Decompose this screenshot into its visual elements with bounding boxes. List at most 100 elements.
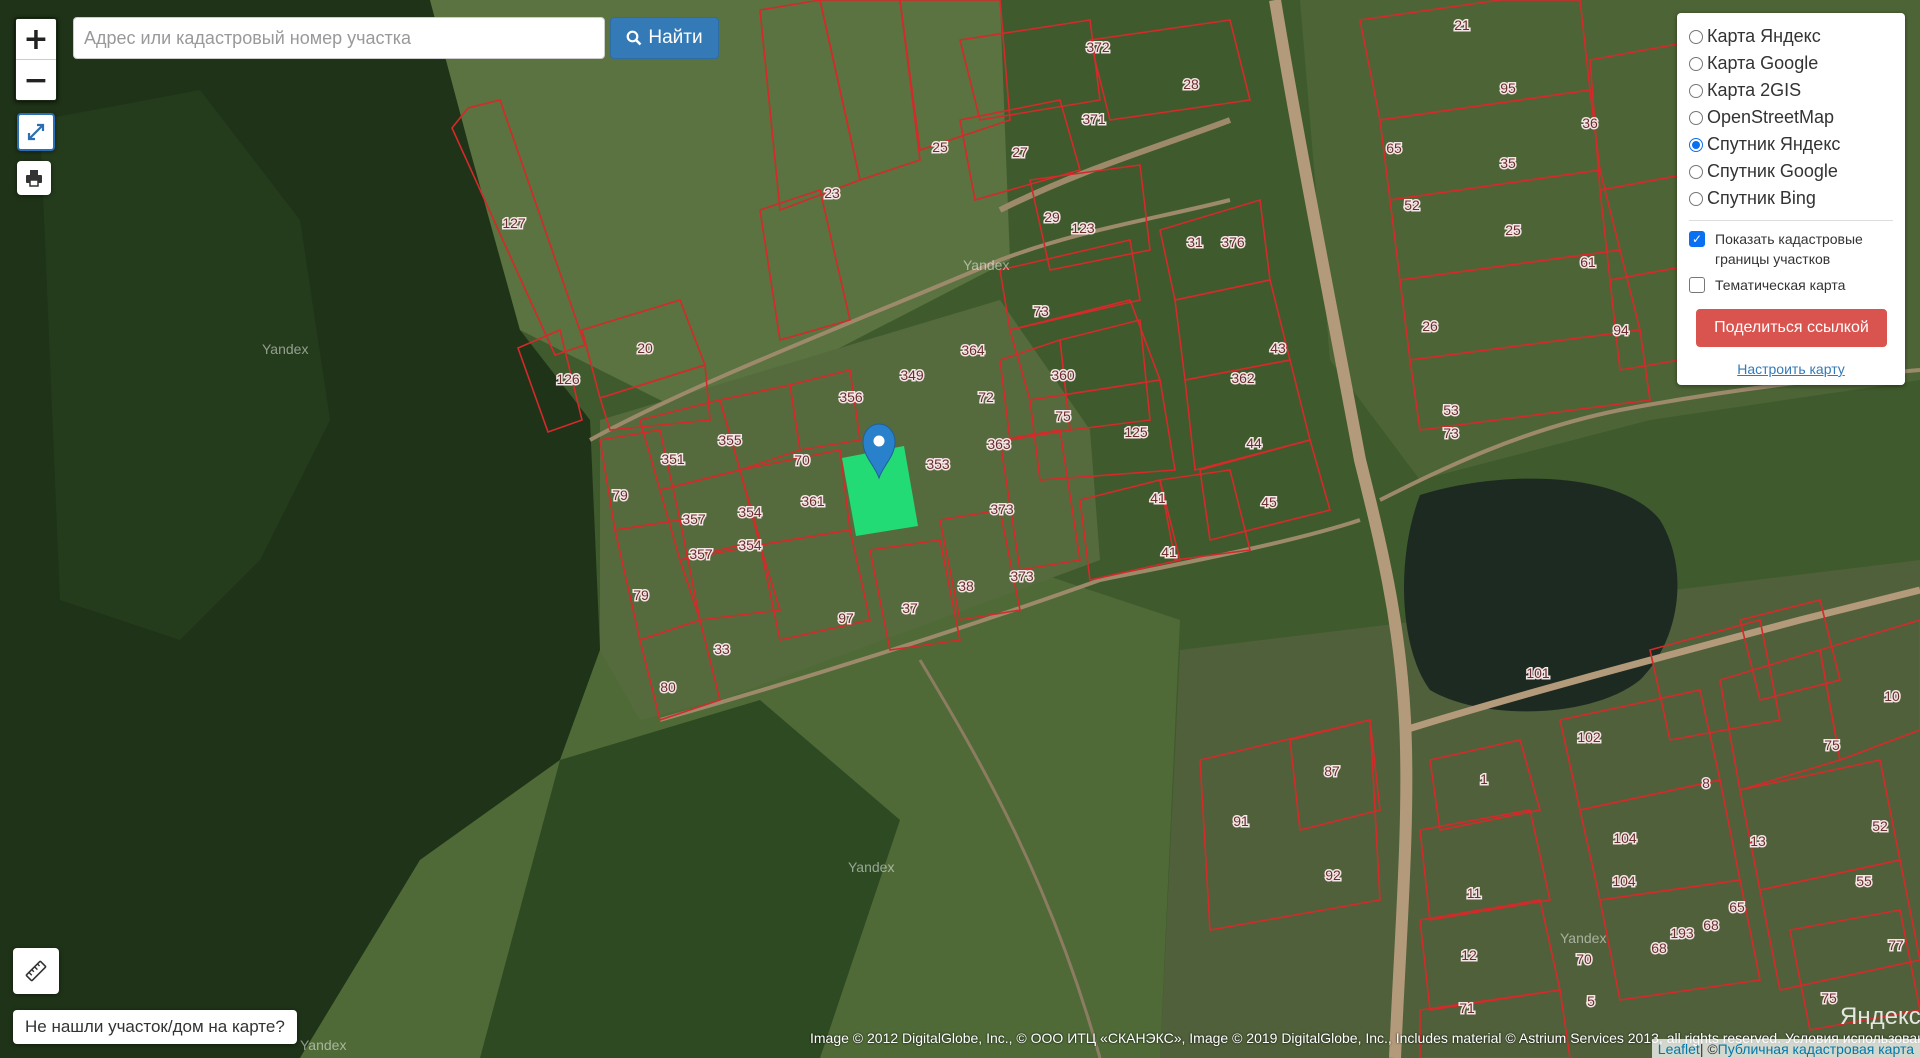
- layer-radio[interactable]: [1689, 83, 1703, 98]
- layer-radio[interactable]: [1689, 137, 1703, 152]
- parcel-number-label: 75: [1055, 408, 1071, 424]
- divider: [1689, 220, 1893, 221]
- parcel-number-label: 36: [1582, 115, 1598, 131]
- parcel-number-label: 353: [926, 456, 950, 472]
- yandex-logo: Яндекс: [1840, 1003, 1920, 1030]
- parcel-number-label: 45: [1261, 494, 1277, 510]
- ruler-icon: [25, 960, 47, 982]
- zoom-in-button[interactable]: +: [16, 19, 56, 59]
- watermark: Yandex: [1560, 930, 1606, 946]
- parcel-number-label: 77: [1888, 937, 1904, 953]
- parcel-number-label: 125: [1124, 424, 1148, 440]
- parcel-number-label: 1: [1480, 771, 1488, 787]
- layer-option-label: Карта Google: [1707, 53, 1819, 73]
- parcel-number-label: 12: [1461, 947, 1477, 963]
- layer-option-label: Спутник Bing: [1707, 188, 1816, 208]
- search-icon: [626, 30, 642, 46]
- layer-option-label: Спутник Яндекс: [1707, 134, 1841, 154]
- parcel-number-label: 13: [1750, 833, 1766, 849]
- layer-option[interactable]: Спутник Bing: [1689, 185, 1893, 212]
- layer-radio[interactable]: [1689, 110, 1703, 125]
- layer-option-label: Карта 2GIS: [1707, 80, 1802, 100]
- parcel-number-label: 25: [932, 139, 948, 155]
- layer-option[interactable]: Карта Google: [1689, 50, 1893, 77]
- show-boundaries-label: Показать кадастровые границы участков: [1715, 231, 1863, 267]
- parcel-number-label: 349: [900, 367, 924, 383]
- not-found-button[interactable]: Не нашли участок/дом на карте?: [13, 1010, 297, 1044]
- map-attribution: Leaflet | © Публичная кадастровая карта: [1651, 1039, 1920, 1058]
- show-boundaries-option[interactable]: ✓ Показать кадастровые границы участков: [1689, 229, 1893, 269]
- printer-icon: [26, 170, 42, 187]
- parcel-number-label: 61: [1580, 254, 1596, 270]
- print-button[interactable]: [17, 161, 51, 195]
- thematic-map-option[interactable]: Тематическая карта: [1689, 275, 1893, 295]
- parcel-number-label: 72: [978, 389, 994, 405]
- parcel-number-label: 26: [1422, 318, 1438, 334]
- layer-option[interactable]: Карта 2GIS: [1689, 77, 1893, 104]
- parcel-number-label: 5: [1587, 993, 1595, 1009]
- parcel-number-label: 38: [958, 578, 974, 594]
- fullscreen-button[interactable]: [17, 113, 55, 151]
- zoom-out-button[interactable]: −: [16, 59, 56, 100]
- parcel-number-label: 351: [661, 451, 685, 467]
- layer-option[interactable]: Спутник Яндекс: [1689, 131, 1893, 158]
- search-button-label: Найти: [648, 27, 703, 48]
- parcel-number-label: 87: [1324, 763, 1340, 779]
- parcel-number-label: 52: [1872, 818, 1888, 834]
- share-link-button[interactable]: Поделиться ссылкой: [1696, 309, 1887, 347]
- parcel-number-label: 33: [714, 641, 730, 657]
- parcel-number-label: 92: [1325, 867, 1341, 883]
- zoom-control: + −: [14, 17, 58, 102]
- cadastral-map-link[interactable]: Публичная кадастровая карта: [1718, 1041, 1914, 1057]
- search-input[interactable]: [73, 17, 605, 59]
- layer-option-label: OpenStreetMap: [1707, 107, 1835, 127]
- show-boundaries-checkbox[interactable]: ✓: [1689, 231, 1705, 247]
- parcel-number-label: 357: [682, 511, 706, 527]
- parcel-number-label: 75: [1824, 737, 1840, 753]
- configure-map-link[interactable]: Настроить карту: [1689, 361, 1893, 377]
- parcel-number-label: 53: [1443, 402, 1459, 418]
- satellite-map[interactable]: 3722128 953637125 27 653523291235231 3762561…: [0, 0, 1920, 1058]
- parcel-number-label: 356: [839, 389, 863, 405]
- layer-option[interactable]: Спутник Google: [1689, 158, 1893, 185]
- watermark: Yandex: [848, 859, 894, 875]
- layer-option[interactable]: Карта Яндекс: [1689, 23, 1893, 50]
- parcel-number-label: 362: [1231, 370, 1255, 386]
- parcel-number-label: 371: [1082, 111, 1106, 127]
- parcel-number-label: 354: [738, 504, 762, 520]
- parcel-number-label: 75: [1821, 990, 1837, 1006]
- measure-button[interactable]: [13, 948, 59, 994]
- search-button[interactable]: Найти: [610, 17, 719, 59]
- parcel-number-label: 55: [1856, 873, 1872, 889]
- parcel-number-label: 44: [1246, 435, 1262, 451]
- parcel-number-label: 373: [1010, 568, 1034, 584]
- layer-switcher-panel: Карта Яндекс Карта Google Карта 2GIS OpenSt…: [1677, 13, 1905, 385]
- parcel-number-label: 8: [1702, 775, 1710, 791]
- parcel-number-label: 28: [1183, 76, 1199, 92]
- parcel-number-label: 94: [1613, 322, 1629, 338]
- layer-radio[interactable]: [1689, 164, 1703, 179]
- leaflet-link[interactable]: Leaflet: [1658, 1041, 1700, 1057]
- parcel-number-label: 68: [1651, 940, 1667, 956]
- parcel-number-label: 27: [1012, 144, 1028, 160]
- parcel-number-label: 35: [1500, 155, 1516, 171]
- layer-radio[interactable]: [1689, 29, 1703, 44]
- parcel-number-label: 104: [1613, 830, 1637, 846]
- parcel-number-label: 41: [1161, 544, 1177, 560]
- parcel-number-label: 363: [987, 436, 1011, 452]
- parcel-number-label: 10: [1884, 688, 1900, 704]
- parcel-number-label: 52: [1404, 197, 1420, 213]
- attribution-separator: | ©: [1699, 1040, 1718, 1057]
- parcel-number-label: 95: [1500, 80, 1516, 96]
- parcel-number-label: 29: [1044, 209, 1060, 225]
- layer-radio[interactable]: [1689, 191, 1703, 206]
- thematic-map-checkbox[interactable]: [1689, 277, 1705, 293]
- parcel-number-label: 65: [1729, 899, 1745, 915]
- layer-radio[interactable]: [1689, 56, 1703, 71]
- layer-option[interactable]: OpenStreetMap: [1689, 104, 1893, 131]
- layer-list: Карта Яндекс Карта Google Карта 2GIS OpenSt…: [1689, 23, 1893, 212]
- parcel-number-label: 70: [1576, 951, 1592, 967]
- parcel-number-label: 41: [1150, 490, 1166, 506]
- parcel-number-label: 104: [1612, 873, 1636, 889]
- layer-option-label: Карта Яндекс: [1707, 26, 1821, 46]
